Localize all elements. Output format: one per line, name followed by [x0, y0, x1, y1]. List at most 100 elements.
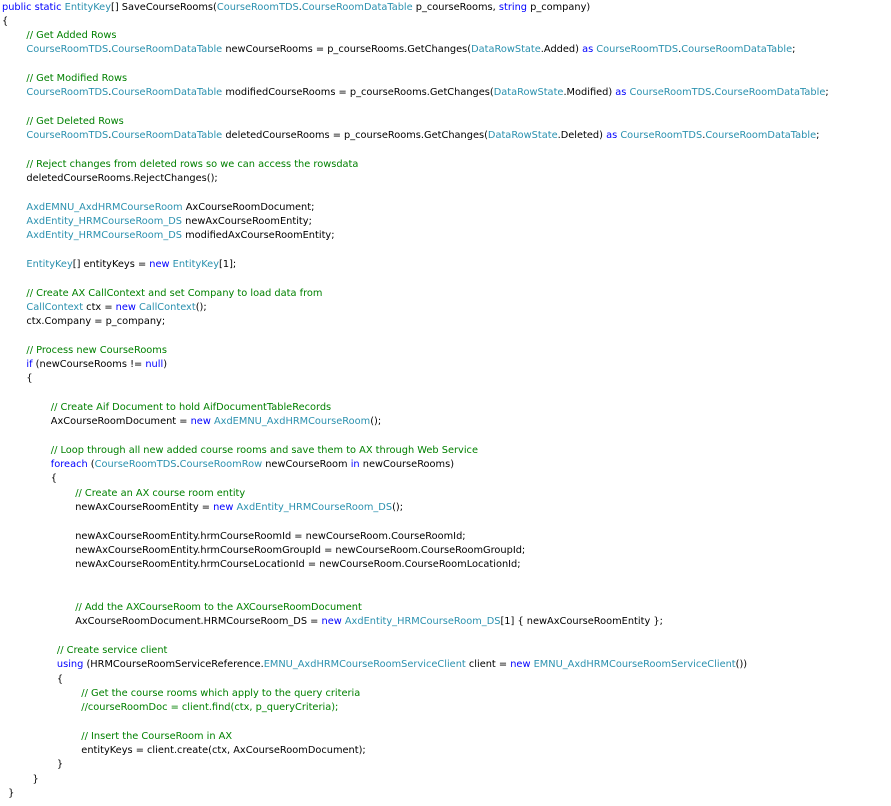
- comment-token: //courseRoomDoc = client.find(ctx, p_que…: [81, 702, 339, 714]
- code-line: //courseRoomDoc = client.find(ctx, p_que…: [2, 701, 338, 715]
- code-line: entityKeys = client.create(ctx, AxCourse…: [2, 744, 365, 758]
- type-token: CourseRoomTDS: [596, 44, 679, 56]
- code-line: // Get the course rooms which apply to t…: [2, 687, 360, 701]
- code-line: // Reject changes from deleted rows so w…: [2, 158, 358, 172]
- code-line: newAxCourseRoomEntity.hrmCourseRoomGroup…: [2, 544, 525, 558]
- code-token: ();: [392, 502, 404, 513]
- keyword-token: new: [115, 301, 136, 313]
- code-token: ctx =: [83, 301, 116, 313]
- code-token: ();: [195, 301, 207, 313]
- code-line: newAxCourseRoomEntity = new AxdEntity_HR…: [2, 501, 403, 515]
- code-token: p_company): [527, 1, 591, 13]
- comment-token: // Process new CourseRooms: [26, 344, 167, 356]
- code-line: AxCourseRoomDocument.HRMCourseRoom_DS = …: [2, 615, 663, 629]
- type-token: AxdEntity_HRMCourseRoom_DS: [26, 230, 182, 242]
- keyword-token: new: [510, 659, 531, 671]
- code-token: newAxCourseRoomEntity.hrmCourseLocationI…: [75, 559, 521, 571]
- code-line: AxdEntity_HRMCourseRoom_DS modifiedAxCou…: [2, 229, 334, 243]
- code-token: AxCourseRoomDocument;: [182, 201, 315, 213]
- code-line: // Create an AX course room entity: [2, 487, 245, 501]
- comment-token: // Reject changes from deleted rows so w…: [26, 158, 359, 170]
- code-token: ()): [735, 659, 748, 671]
- code-line: AxCourseRoomDocument = new AxdEMNU_AxdHR…: [2, 415, 381, 429]
- code-token: }: [32, 773, 39, 785]
- comment-token: // Add the AXCourseRoom to the AXCourseR…: [75, 602, 362, 614]
- type-token: CourseRoomDataTable: [111, 87, 223, 99]
- code-token: newAxCourseRoomEntity.hrmCourseRoomId = …: [75, 530, 466, 542]
- code-line: // Get Deleted Rows: [2, 115, 124, 129]
- type-token: EntityKey: [26, 258, 73, 270]
- type-token: CourseRoomDataTable: [714, 87, 826, 99]
- type-token: CourseRoomTDS: [26, 87, 109, 99]
- code-line: // Process new CourseRooms: [2, 344, 167, 358]
- code-token: (newCourseRooms !=: [32, 359, 146, 370]
- code-token: newCourseRoom: [262, 459, 351, 471]
- keyword-token: as: [606, 130, 618, 142]
- code-token: ): [163, 359, 168, 370]
- code-token: {: [2, 15, 9, 27]
- type-token: AxdEntity_HRMCourseRoom_DS: [236, 502, 393, 513]
- keyword-token: public: [2, 1, 32, 13]
- code-token: (HRMCourseRoomServiceReference.: [83, 659, 264, 671]
- keyword-token: as: [582, 44, 594, 56]
- keyword-token: using: [56, 659, 84, 671]
- code-token: modifiedCourseRooms = p_courseRooms.GetC…: [222, 87, 494, 99]
- code-line: // Loop through all new added course roo…: [2, 444, 478, 458]
- comment-token: // Get the course rooms which apply to t…: [81, 687, 361, 699]
- code-line: }: [2, 773, 39, 787]
- type-token: CourseRoomTDS: [629, 87, 712, 99]
- comment-token: // Create Aif Document to hold AifDocume…: [50, 401, 332, 413]
- keyword-token: new: [213, 502, 234, 513]
- type-token: CourseRoomTDS: [26, 44, 109, 56]
- code-line: {: [2, 673, 63, 687]
- code-token: [1];: [219, 258, 237, 270]
- keyword-token: as: [615, 87, 627, 99]
- code-line: // Create AX CallContext and set Company…: [2, 287, 322, 301]
- code-line: {: [2, 15, 8, 29]
- comment-token: // Get Added Rows: [26, 30, 117, 42]
- code-token: [] entityKeys =: [72, 258, 150, 270]
- code-line: CourseRoomTDS.CourseRoomDataTable delete…: [2, 129, 819, 143]
- code-token: deletedCourseRooms = p_courseRooms.GetCh…: [222, 130, 488, 142]
- code-token: {: [26, 373, 33, 385]
- code-token: deletedCourseRooms.RejectChanges();: [26, 173, 218, 185]
- type-token: DataRowState: [471, 44, 541, 56]
- type-token: CallContext: [26, 301, 84, 313]
- comment-token: // Insert the CourseRoom in AX: [81, 730, 233, 742]
- type-token: AxdEntity_HRMCourseRoom_DS: [344, 616, 501, 628]
- code-token: ;: [825, 87, 829, 99]
- type-token: CourseRoomTDS: [216, 1, 299, 13]
- keyword-token: null: [145, 359, 164, 370]
- type-token: EMNU_AxdHRMCourseRoomServiceClient: [533, 659, 736, 671]
- code-line: using (HRMCourseRoomServiceReference.EMN…: [2, 658, 747, 672]
- type-token: DataRowState: [487, 130, 558, 142]
- type-token: AxdEMNU_AxdHRMCourseRoom: [213, 416, 371, 428]
- type-token: EMNU_AxdHRMCourseRoomServiceClient: [263, 659, 466, 671]
- code-line: // Add the AXCourseRoom to the AXCourseR…: [2, 601, 362, 615]
- code-token: newAxCourseRoomEntity;: [182, 216, 312, 227]
- comment-token: // Loop through all new added course roo…: [50, 444, 478, 456]
- comment-token: // Get Deleted Rows: [26, 115, 124, 127]
- type-token: CourseRoomRow: [179, 459, 263, 471]
- keyword-token: in: [350, 459, 360, 471]
- code-token: p_courseRooms,: [412, 1, 499, 13]
- code-editor[interactable]: public static EntityKey[] SaveCourseRoom…: [2, 0, 889, 806]
- code-token: }: [8, 788, 15, 799]
- code-line: foreach (CourseRoomTDS.CourseRoomRow new…: [2, 458, 454, 472]
- code-line: {: [2, 372, 33, 386]
- type-token: CallContext: [139, 301, 196, 313]
- keyword-token: static: [34, 1, 62, 13]
- keyword-token: new: [190, 416, 211, 428]
- code-line: public static EntityKey[] SaveCourseRoom…: [2, 1, 590, 15]
- code-line: // Get Modified Rows: [2, 72, 127, 86]
- code-line: CourseRoomTDS.CourseRoomDataTable newCou…: [2, 43, 795, 57]
- code-token: ctx.Company = p_company;: [26, 316, 166, 328]
- code-token: newAxCourseRoomEntity =: [75, 502, 214, 513]
- code-token: ;: [816, 130, 820, 142]
- type-token: DataRowState: [493, 87, 564, 99]
- type-token: CourseRoomDataTable: [111, 130, 223, 142]
- keyword-token: new: [149, 258, 170, 270]
- code-token: AxCourseRoomDocument =: [50, 416, 191, 428]
- code-token: AxCourseRoomDocument.HRMCourseRoom_DS =: [75, 616, 322, 628]
- code-token: newCourseRooms = p_courseRooms.GetChange…: [222, 44, 472, 56]
